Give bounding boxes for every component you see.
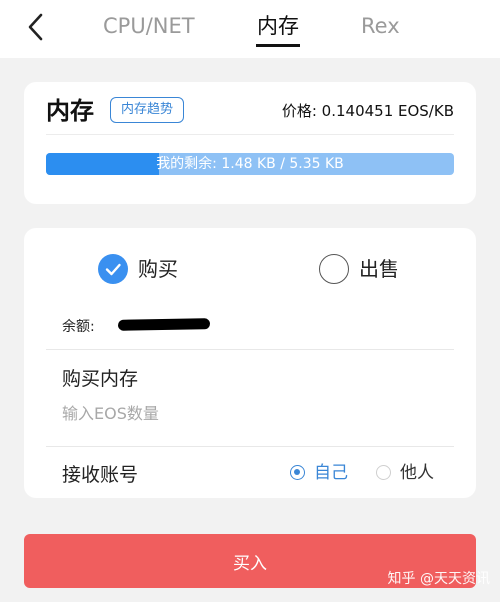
buy-option-label: 购买 bbox=[138, 257, 178, 281]
active-tab-indicator bbox=[256, 44, 300, 47]
unchecked-radio-icon bbox=[319, 254, 349, 284]
memory-info-card: 内存 内存趋势 价格: 0.140451 EOS/KB 我的剩余: 1.48 K… bbox=[24, 82, 476, 204]
redacted-balance-value bbox=[117, 318, 211, 331]
receiver-account-label: 接收账号 bbox=[62, 464, 139, 486]
divider bbox=[46, 134, 454, 135]
eos-amount-input[interactable] bbox=[62, 398, 442, 428]
checked-radio-icon bbox=[98, 254, 128, 284]
back-arrow-icon[interactable] bbox=[22, 12, 52, 42]
memory-price: 价格: 0.140451 EOS/KB bbox=[281, 102, 454, 120]
tab-cpu-net[interactable]: CPU/NET bbox=[103, 12, 195, 40]
divider bbox=[46, 446, 454, 447]
divider bbox=[46, 349, 454, 350]
sell-option-label: 出售 bbox=[359, 257, 399, 281]
balance-label: 余额: bbox=[62, 319, 95, 335]
tab-memory[interactable]: 内存 bbox=[257, 12, 299, 40]
watermark-text: 知乎 @天天资讯 bbox=[387, 571, 490, 587]
buy-memory-label: 购买内存 bbox=[62, 368, 139, 390]
memory-remaining-text: 我的剩余: 1.48 KB / 5.35 KB bbox=[156, 156, 344, 172]
selected-radio-icon bbox=[290, 465, 305, 480]
receiver-self-label: 自己 bbox=[314, 463, 348, 483]
unselected-radio-icon bbox=[376, 465, 391, 480]
top-nav-bar: CPU/NET 内存 Rex bbox=[0, 0, 500, 58]
receiver-other-label: 他人 bbox=[400, 463, 434, 483]
memory-title: 内存 bbox=[46, 97, 94, 125]
memory-usage-bar: 我的剩余: 1.48 KB / 5.35 KB bbox=[46, 153, 454, 175]
tab-rex[interactable]: Rex bbox=[361, 12, 400, 40]
trade-card: 购买 出售 余额: 购买内存 接收账号 自己 他人 bbox=[24, 228, 476, 498]
memory-trend-button[interactable]: 内存趋势 bbox=[110, 97, 185, 123]
